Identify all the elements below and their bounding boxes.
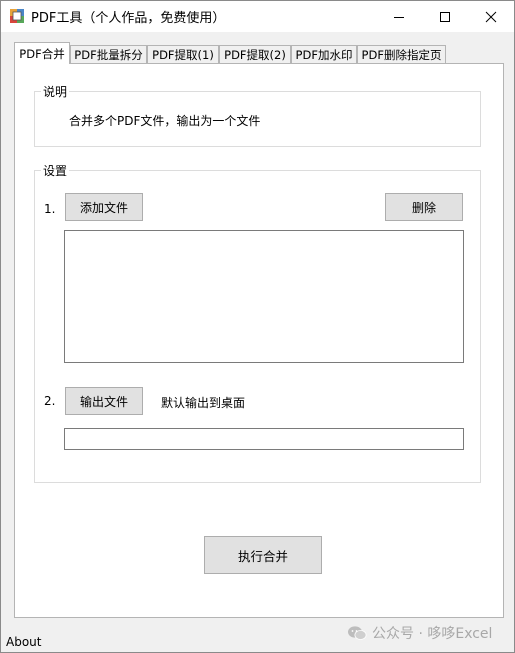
tab-pdf-batch-split[interactable]: PDF批量拆分	[70, 45, 147, 64]
minimize-icon	[394, 16, 404, 18]
close-icon	[485, 11, 497, 22]
delete-button[interactable]: 删除	[385, 193, 463, 221]
app-window: PDF工具（个人作品，免费使用） PDF合并 PDF批量拆分 PDF提取(1) …	[0, 0, 515, 653]
title-bar[interactable]: PDF工具（个人作品，免费使用）	[1, 1, 514, 32]
output-file-button[interactable]: 输出文件	[65, 387, 143, 415]
description-group: 说明 合并多个PDF文件，输出为一个文件	[34, 83, 481, 147]
file-list[interactable]	[64, 230, 464, 363]
tab-panel-merge: 说明 合并多个PDF文件，输出为一个文件 设置 1. 添加文件 删除 2. 输出…	[14, 63, 504, 618]
execute-merge-button[interactable]: 执行合并	[204, 536, 322, 574]
maximize-icon	[440, 11, 450, 22]
output-path-field[interactable]	[64, 428, 464, 450]
app-icon	[10, 9, 24, 23]
watermark-text: 公众号 · 哆哆Excel	[372, 626, 493, 642]
tab-pdf-watermark[interactable]: PDF加水印	[291, 45, 357, 64]
watermark: 公众号 · 哆哆Excel	[347, 623, 492, 643]
add-file-button[interactable]: 添加文件	[65, 193, 143, 221]
step1-label: 1.	[44, 202, 56, 216]
wechat-icon	[348, 626, 367, 640]
tab-pdf-delete-pages[interactable]: PDF删除指定页	[357, 45, 446, 64]
close-button[interactable]	[468, 1, 514, 32]
settings-legend: 设置	[41, 162, 70, 179]
minimize-button[interactable]	[376, 1, 422, 32]
output-hint: 默认输出到桌面	[161, 396, 246, 410]
about-label[interactable]: About	[6, 635, 41, 649]
tab-strip: PDF合并 PDF批量拆分 PDF提取(1) PDF提取(2) PDF加水印 P…	[14, 42, 504, 64]
tab-pdf-extract-2[interactable]: PDF提取(2)	[219, 45, 291, 64]
settings-group: 设置 1. 添加文件 删除 2. 输出文件 默认输出到桌面	[34, 162, 481, 483]
window-title: PDF工具（个人作品，免费使用）	[31, 11, 226, 26]
maximize-button[interactable]	[422, 1, 468, 32]
tab-pdf-merge[interactable]: PDF合并	[14, 42, 70, 64]
description-legend: 说明	[41, 83, 70, 100]
description-text: 合并多个PDF文件，输出为一个文件	[69, 114, 261, 128]
tab-pdf-extract-1[interactable]: PDF提取(1)	[147, 45, 219, 64]
step2-label: 2.	[44, 394, 56, 408]
